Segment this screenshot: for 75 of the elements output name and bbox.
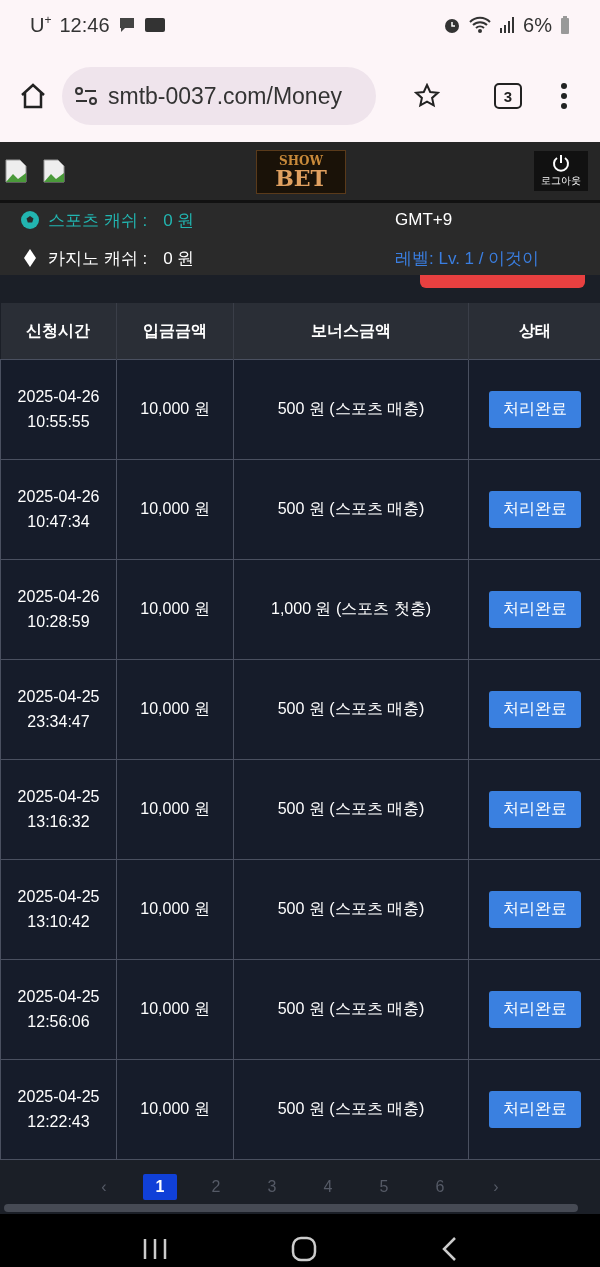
casino-cash-label: 카지노 캐쉬 : <box>48 247 148 270</box>
column-header: 입금금액 <box>116 303 234 360</box>
signal-icon <box>499 16 516 34</box>
star-icon[interactable] <box>414 83 440 109</box>
clock: 12:46 <box>59 13 110 37</box>
table-cell: 500 원 (스포츠 매충) <box>233 859 469 960</box>
table-cell: 10,000 원 <box>116 759 234 860</box>
page-link[interactable]: 6 <box>423 1174 457 1200</box>
address-bar[interactable]: smtb-0037.com/Money <box>62 67 376 125</box>
status-button[interactable]: 처리완료 <box>488 691 581 728</box>
broken-image-icon <box>42 159 66 183</box>
page-link[interactable]: 1 <box>143 1174 177 1200</box>
table-cell: 10,000 원 <box>116 1059 234 1160</box>
table-cell: 500 원 (스포츠 매충) <box>233 959 469 1060</box>
table-cell: 10,000 원 <box>116 659 234 760</box>
status-button[interactable]: 처리완료 <box>488 591 581 628</box>
status-button[interactable]: 처리완료 <box>488 491 581 528</box>
recent-apps-icon[interactable] <box>141 1237 168 1261</box>
power-icon <box>552 154 570 172</box>
table-cell: 10,000 원 <box>116 559 234 660</box>
app-notification-icon <box>143 16 166 34</box>
status-button[interactable]: 처리완료 <box>488 791 581 828</box>
soccer-ball-icon <box>20 210 40 230</box>
table-cell: 10,000 원 <box>116 859 234 960</box>
wifi-icon <box>469 16 492 34</box>
logo: SHOW BET <box>256 150 346 194</box>
table-cell: 2025-04-25 12:22:43 <box>0 1059 117 1160</box>
previous-page-link[interactable]: ‹ <box>87 1174 121 1200</box>
broken-image-icon <box>4 159 28 183</box>
table-cell: 500 원 (스포츠 매충) <box>233 1059 469 1160</box>
site-settings-icon[interactable] <box>74 86 98 106</box>
alarm-icon <box>443 16 462 34</box>
logout-button[interactable]: 로그아웃 <box>534 151 588 191</box>
page-link[interactable]: 2 <box>199 1174 233 1200</box>
status-button[interactable]: 처리완료 <box>488 1091 581 1128</box>
table-cell: 2025-04-25 13:10:42 <box>0 859 117 960</box>
table-cell: 2025-04-25 13:16:32 <box>0 759 117 860</box>
page-link[interactable]: 4 <box>311 1174 345 1200</box>
table-cell: 2025-04-25 12:56:06 <box>0 959 117 1060</box>
home-button-icon[interactable] <box>291 1236 317 1262</box>
table-cell: 2025-04-26 10:47:34 <box>0 459 117 560</box>
battery-percent: 6% <box>523 13 552 37</box>
table-cell: 500 원 (스포츠 매충) <box>233 459 469 560</box>
column-header: 신청시간 <box>0 303 117 360</box>
table-cell: 1,000 원 (스포츠 첫충) <box>233 559 469 660</box>
table-cell: 500 원 (스포츠 매충) <box>233 759 469 860</box>
table-cell: 500 원 (스포츠 매충) <box>233 359 469 460</box>
status-button[interactable]: 처리완료 <box>488 991 581 1028</box>
page-link[interactable]: 5 <box>367 1174 401 1200</box>
next-page-link[interactable]: › <box>479 1174 513 1200</box>
battery-icon <box>560 15 570 35</box>
table-cell: 10,000 원 <box>116 459 234 560</box>
table-cell: 10,000 원 <box>116 959 234 1060</box>
table-cell: 500 원 (스포츠 매충) <box>233 659 469 760</box>
table-cell: 2025-04-25 23:34:47 <box>0 659 117 760</box>
chat-icon <box>117 16 136 34</box>
column-header: 보너스금액 <box>233 303 469 360</box>
level-label: 레벨: Lv. 1 / 이것이 <box>395 247 541 270</box>
menu-icon[interactable] <box>560 83 568 109</box>
status-button[interactable]: 처리완료 <box>488 391 581 428</box>
table-cell: 2025-04-26 10:55:55 <box>0 359 117 460</box>
table-cell: 2025-04-26 10:28:59 <box>0 559 117 660</box>
tab-count-button[interactable]: 3 <box>494 83 522 109</box>
sports-cash-value: 0 원 <box>163 209 195 232</box>
column-header: 상태 <box>468 303 600 360</box>
status-button[interactable]: 처리완료 <box>488 891 581 928</box>
url-text: smtb-0037.com/Money <box>108 82 342 110</box>
carrier-label: U$^{+}$ <box>30 13 52 37</box>
casino-cash-value: 0 원 <box>163 247 195 270</box>
back-icon[interactable] <box>440 1236 459 1262</box>
timezone-label: GMT+9 <box>395 210 454 230</box>
page-link[interactable]: 3 <box>255 1174 289 1200</box>
scrollbar[interactable] <box>4 1204 578 1212</box>
sports-cash-label: 스포츠 캐쉬 : <box>48 209 148 232</box>
table-cell: 10,000 원 <box>116 359 234 460</box>
